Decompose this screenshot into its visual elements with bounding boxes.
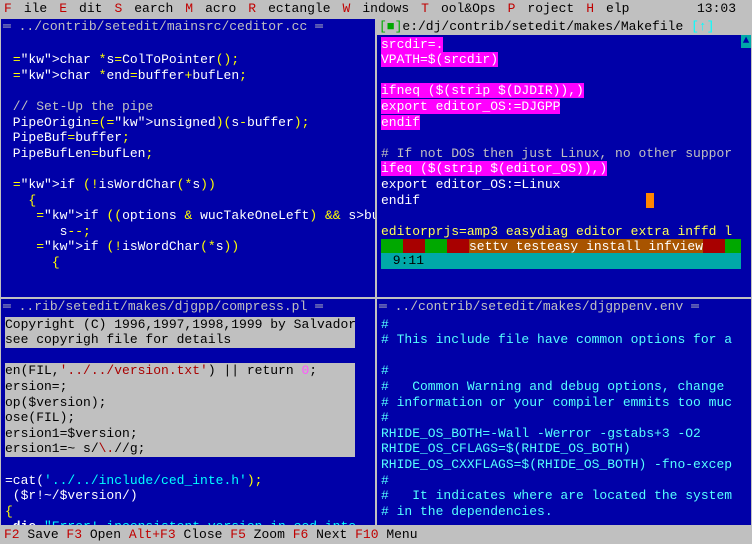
cursor-position: 9:11 bbox=[385, 253, 432, 269]
pane-title: [■]e:/dj/contrib/setedit/makes/Makefile … bbox=[377, 19, 751, 35]
pane-title: ═ ../contrib/setedit/mainsrc/ceditor.cc … bbox=[1, 19, 375, 35]
scrollbar-vertical[interactable]: ▲ bbox=[741, 35, 751, 297]
menu-item[interactable]: File bbox=[4, 1, 47, 17]
code-content[interactable]: Copyright (C) 1996,1997,1998,1999 by Sal… bbox=[1, 315, 375, 526]
menu-bar[interactable]: File Edit Search Macro Rectangle Windows Tool&… bbox=[0, 0, 752, 18]
code-content[interactable]: srcdir=. VPATH=$(srcdir) ifneq ($(strip … bbox=[377, 35, 751, 271]
pane-compress-pl[interactable]: ═ ..rib/setedit/makes/djgpp/compress.pl … bbox=[0, 298, 376, 526]
pane-title: ═ ../contrib/setedit/makes/djgppenv.env … bbox=[377, 299, 751, 315]
status-item[interactable]: F5 Zoom bbox=[230, 527, 292, 542]
code-content[interactable]: # # This include file have common option… bbox=[377, 315, 751, 522]
menu-item[interactable]: Help bbox=[586, 1, 629, 17]
menu-item[interactable]: Macro bbox=[185, 1, 236, 17]
pane-ceditor[interactable]: ═ ../contrib/setedit/mainsrc/ceditor.cc … bbox=[0, 18, 376, 298]
menu-item[interactable]: Project bbox=[508, 1, 575, 17]
menu-item[interactable]: Windows bbox=[343, 1, 410, 17]
status-item[interactable]: Alt+F3 Close bbox=[129, 527, 230, 542]
pane-makefile[interactable]: [■]e:/dj/contrib/setedit/makes/Makefile … bbox=[376, 18, 752, 298]
menu-item[interactable]: Edit bbox=[59, 1, 102, 17]
menu-item[interactable]: Search bbox=[114, 1, 173, 17]
menu-item[interactable]: Tool&Ops bbox=[421, 1, 495, 17]
code-content[interactable]: ="kw">char *s=ColToPointer(); ="kw">char… bbox=[1, 35, 375, 273]
editor-panes: ═ ../contrib/setedit/mainsrc/ceditor.cc … bbox=[0, 18, 752, 526]
pane-title: ═ ..rib/setedit/makes/djgpp/compress.pl … bbox=[1, 299, 375, 315]
status-item[interactable]: F6 Next bbox=[293, 527, 355, 542]
status-bar[interactable]: F2 Save F3 Open Alt+F3 Close F5 Zoom F6 … bbox=[0, 526, 752, 544]
status-item[interactable]: F2 Save bbox=[4, 527, 66, 542]
clock: 13:03 bbox=[697, 1, 736, 17]
status-item[interactable]: F10 Menu bbox=[355, 527, 417, 542]
pane-djgppenv[interactable]: ═ ../contrib/setedit/makes/djgppenv.env … bbox=[376, 298, 752, 526]
menu-item[interactable]: Rectangle bbox=[248, 1, 330, 17]
status-item[interactable]: F3 Open bbox=[66, 527, 128, 542]
